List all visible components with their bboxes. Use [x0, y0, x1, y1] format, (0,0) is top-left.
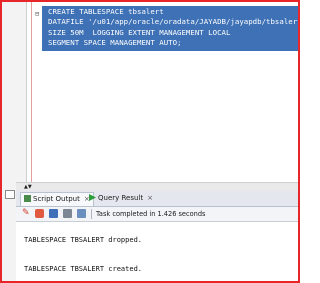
code-line: SIZE 50M LOGGING EXTENT MANAGEMENT LOCAL: [48, 27, 231, 37]
toolbar-separator: [91, 209, 92, 219]
fold-toggle-icon[interactable]: ⊟: [35, 10, 39, 18]
sql-code[interactable]: CREATE TABLESPACE tbsalert DATAFILE '/u01…: [48, 7, 300, 49]
code-line: DATAFILE '/u01/app/oracle/oradata/JAYADB…: [48, 17, 300, 27]
output-tab-bar: Script Output × Query Result ×: [16, 191, 298, 207]
script-output-pane[interactable]: TABLESPACE TBSALERT dropped. TABLESPACE …: [16, 222, 298, 281]
output-line: TABLESPACE TBSALERT dropped.: [24, 236, 143, 244]
status-text: Task completed in 1.426 seconds: [96, 210, 206, 218]
left-side-strip: [2, 182, 17, 281]
panel-icon[interactable]: [5, 190, 15, 199]
print-icon[interactable]: [63, 209, 72, 218]
collapse-arrows-icon[interactable]: ▲▼: [24, 184, 32, 190]
tab-label: Query Result: [98, 194, 144, 202]
output-line: TABLESPACE TBSALERT created.: [24, 265, 143, 273]
code-line: CREATE TABLESPACE tbsalert: [48, 7, 164, 16]
save-icon[interactable]: [49, 209, 58, 218]
close-icon[interactable]: ×: [147, 194, 153, 202]
script-output-icon: [24, 195, 31, 202]
output-toolbar: ✎ Task completed in 1.426 seconds: [16, 207, 298, 222]
tab-label: Script Output: [33, 195, 80, 203]
code-line: SEGMENT SPACE MANAGEMENT AUTO;: [48, 38, 182, 48]
open-icon[interactable]: [77, 209, 86, 218]
worksheet-window: ⊟ CREATE TABLESPACE tbsalert DATAFILE '/u…: [0, 0, 300, 283]
play-icon: [89, 193, 96, 201]
eraser-icon[interactable]: [35, 209, 44, 218]
tab-query-result[interactable]: Query Result ×: [86, 192, 156, 205]
pin-icon[interactable]: ✎: [22, 209, 31, 218]
tab-script-output[interactable]: Script Output ×: [20, 192, 94, 206]
editor-gutter: [2, 2, 27, 182]
